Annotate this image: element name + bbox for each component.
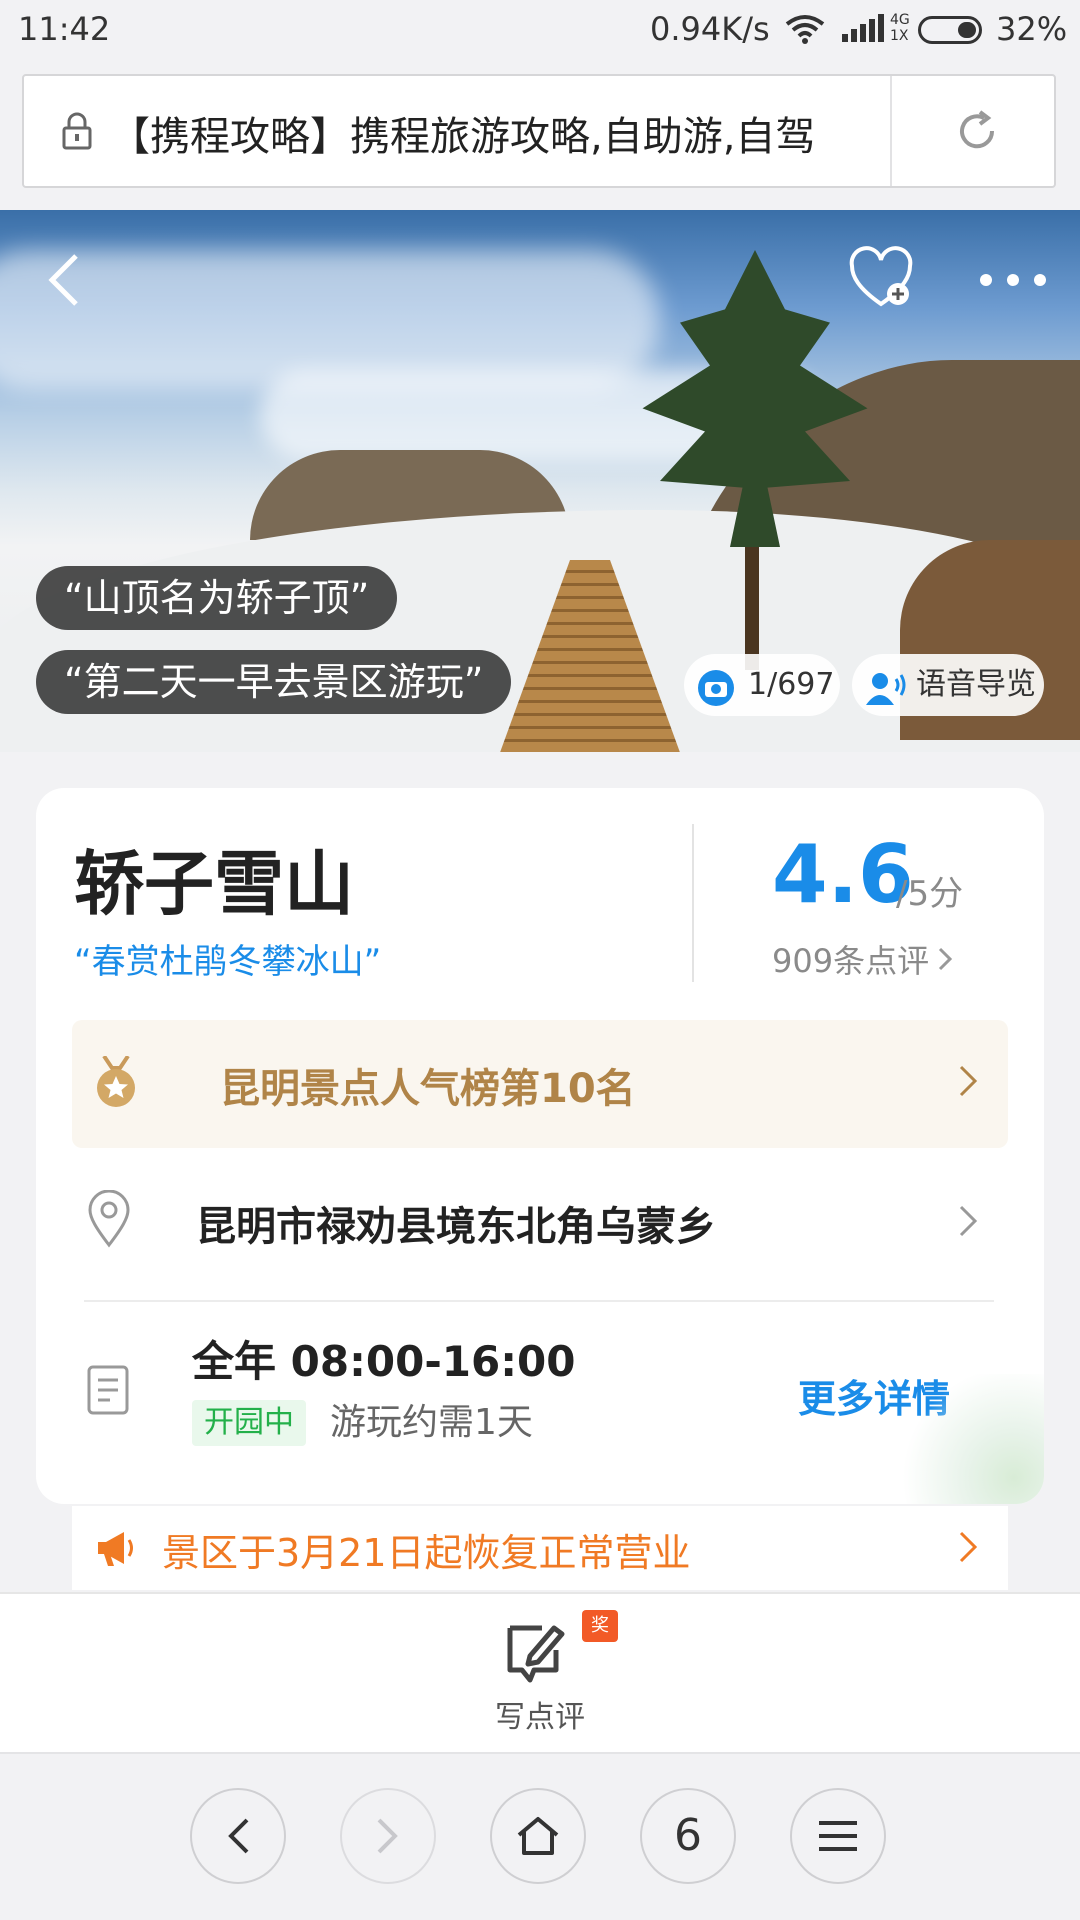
- map-decoration: [894, 1374, 1044, 1504]
- address-row[interactable]: 昆明市禄劝县境东北角乌蒙乡: [72, 1180, 1008, 1280]
- address-text: 昆明市禄劝县境东北角乌蒙乡: [196, 1204, 716, 1250]
- reviews-count: 909条点评: [772, 942, 930, 980]
- open-status-badge: 开园中: [192, 1400, 306, 1446]
- reviews-link[interactable]: 909条点评: [772, 936, 953, 982]
- audio-guide-button[interactable]: 语音导览: [852, 654, 1044, 716]
- browser-forward-button[interactable]: [340, 1788, 436, 1884]
- status-bar: 11:42 0.94K/s 4G 1X 32%: [0, 0, 1080, 64]
- home-icon: [517, 1817, 559, 1855]
- bottom-action-bar: 奖 写点评: [0, 1592, 1080, 1752]
- chevron-right-icon: [377, 1818, 398, 1854]
- medal-icon: [94, 1054, 138, 1114]
- chevron-left-icon: [228, 1818, 249, 1854]
- review-quote-bubble[interactable]: “山顶名为轿子顶”: [36, 566, 398, 630]
- chevron-right-icon: [958, 1204, 978, 1242]
- browser-menu-button[interactable]: [790, 1788, 886, 1884]
- attraction-name: 轿子雪山: [74, 843, 354, 925]
- menu-icon: [819, 1821, 857, 1851]
- camera-icon: [696, 667, 736, 729]
- photo-counter: 1/697: [748, 667, 835, 702]
- divider: [692, 824, 694, 982]
- battery-icon: [918, 16, 982, 44]
- browser-navigation-bar: 6: [0, 1752, 1080, 1920]
- tab-count: 6: [674, 1810, 702, 1861]
- network-type: 4G 1X: [890, 12, 910, 44]
- rating-score: 4.6: [772, 828, 914, 921]
- lock-icon: [62, 112, 92, 154]
- network-speed: 0.94K/s: [650, 10, 770, 48]
- write-review-icon[interactable]: [500, 1620, 570, 1688]
- more-dots-icon[interactable]: [978, 270, 1048, 294]
- location-pin-icon: [86, 1189, 132, 1252]
- chevron-right-icon: [958, 1064, 978, 1102]
- hero-banner[interactable]: “山顶名为轿子顶” “第二天一早去景区游玩” 1/697 语音导览: [0, 210, 1080, 752]
- review-quote-bubble[interactable]: “第二天一早去景区游玩”: [36, 650, 512, 714]
- document-icon: [86, 1364, 130, 1420]
- url-text[interactable]: 【携程攻略】携程旅游攻略,自助游,自驾: [110, 104, 890, 160]
- attraction-slogan: “春赏杜鹃冬攀冰山”: [74, 942, 382, 982]
- browser-tabs-button[interactable]: 6: [640, 1788, 736, 1884]
- reward-badge: 奖: [582, 1610, 618, 1642]
- write-review-label[interactable]: 写点评: [0, 1692, 1080, 1736]
- back-arrow-icon[interactable]: [44, 250, 84, 314]
- attraction-info-card: 轿子雪山 “春赏杜鹃冬攀冰山” 4.6 /5分 909条点评 昆明景点人气榜第1…: [36, 788, 1044, 1504]
- notice-text: 景区于3月21日起恢复正常营业: [162, 1531, 691, 1575]
- ranking-label: 昆明景点人气榜第10名: [220, 1066, 636, 1112]
- ranking-row[interactable]: 昆明景点人气榜第10名: [72, 1020, 1008, 1148]
- photo-counter-button[interactable]: 1/697: [684, 654, 840, 716]
- status-time: 11:42: [18, 10, 111, 48]
- opening-hours: 全年 08:00-16:00: [192, 1337, 576, 1386]
- notice-banner[interactable]: 景区于3月21日起恢复正常营业: [72, 1506, 1008, 1590]
- address-divider: [890, 76, 892, 186]
- opening-hours-row[interactable]: 全年 08:00-16:00 开园中 游玩约需1天 更多详情: [72, 1328, 1008, 1478]
- divider: [84, 1300, 994, 1302]
- favorite-heart-icon[interactable]: [848, 246, 914, 316]
- battery-percent: 32%: [996, 10, 1068, 48]
- chevron-right-icon: [958, 1530, 978, 1568]
- audio-guide-label: 语音导览: [916, 667, 1036, 702]
- audio-guide-icon: [864, 667, 908, 729]
- browser-back-button[interactable]: [190, 1788, 286, 1884]
- signal-icon: [842, 14, 886, 48]
- address-bar[interactable]: 【携程攻略】携程旅游攻略,自助游,自驾: [22, 74, 1056, 188]
- megaphone-icon: [94, 1528, 138, 1572]
- reload-icon[interactable]: [954, 108, 1000, 158]
- chevron-right-icon: [937, 942, 953, 980]
- hero-cloud: [0, 250, 660, 390]
- visit-duration: 游玩约需1天: [330, 1402, 533, 1443]
- browser-home-button[interactable]: [490, 1788, 586, 1884]
- rating-max: /5分: [896, 874, 964, 914]
- wifi-icon: [785, 14, 825, 48]
